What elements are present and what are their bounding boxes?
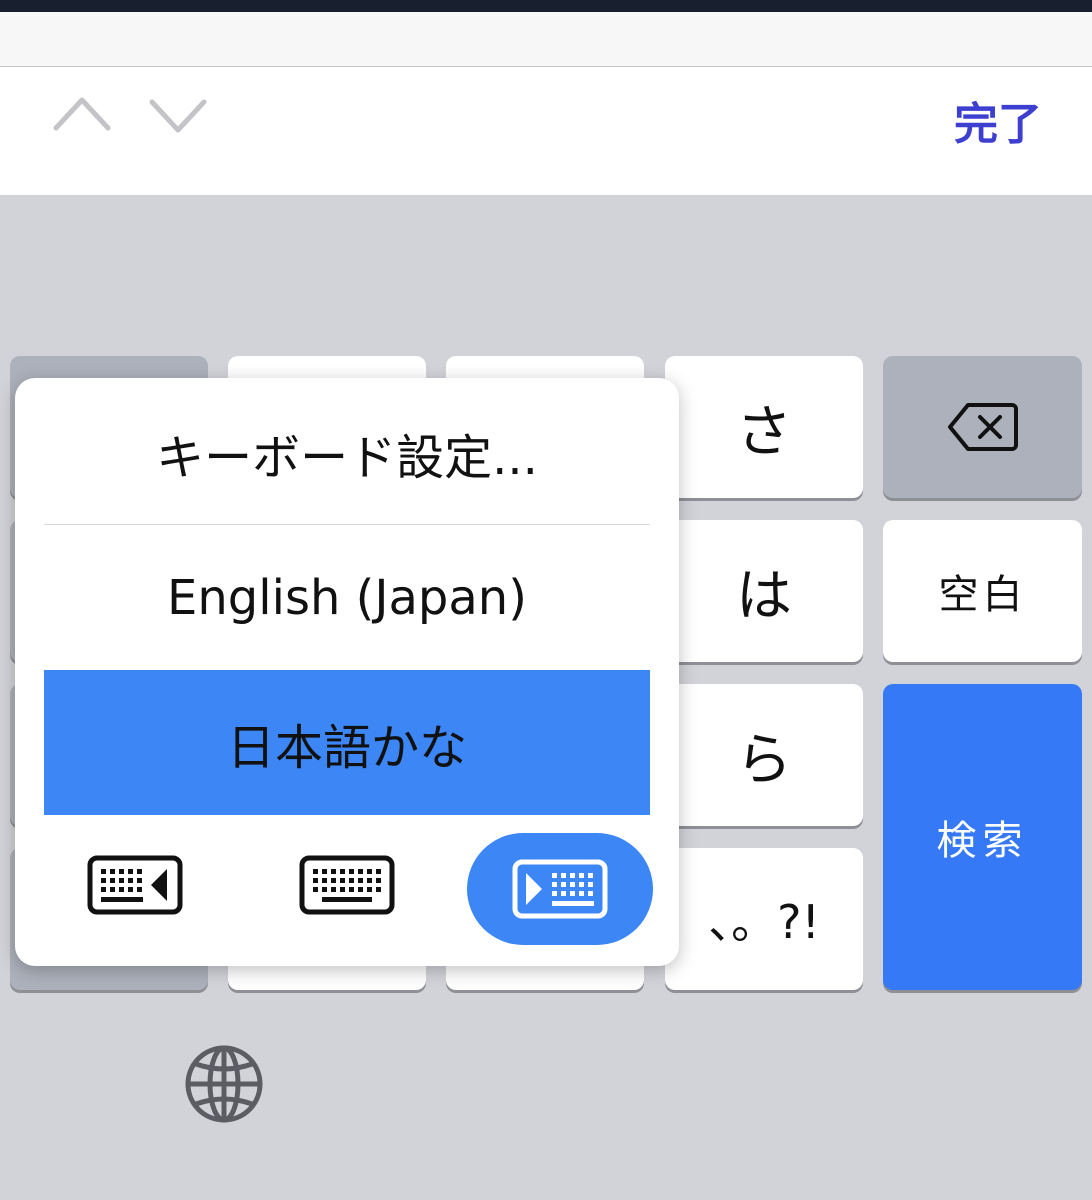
keyboard-switcher-popup: キーボード設定... English (Japan) 日本語かな xyxy=(15,378,679,966)
key-punctuation-label: 、。?! xyxy=(708,895,820,949)
chevron-up-icon xyxy=(53,97,111,131)
keyboard-left-button[interactable] xyxy=(87,853,183,917)
keyboard-left-icon xyxy=(87,855,183,915)
space-key[interactable]: 空白 xyxy=(883,520,1082,662)
key-sa[interactable]: さ xyxy=(665,356,863,498)
status-bar xyxy=(0,0,1092,12)
keyboard-full-button[interactable] xyxy=(299,853,395,917)
key-ra-label: ら xyxy=(736,727,792,793)
keyboard-layout-options xyxy=(15,828,679,946)
keyboard-settings-label: キーボード設定... xyxy=(156,430,538,486)
keyboard-item-japanese-kana[interactable]: 日本語かな xyxy=(44,670,650,815)
keyboard-item-label: 日本語かな xyxy=(226,719,467,776)
done-button[interactable]: 完了 xyxy=(954,88,1042,152)
key-punctuation[interactable]: 、。?! xyxy=(665,848,863,990)
previous-field-button[interactable] xyxy=(52,86,112,136)
search-key-label: 検索 xyxy=(936,818,1029,864)
keyboard-item-label: English (Japan) xyxy=(167,570,527,626)
page-strip xyxy=(0,12,1092,67)
globe-icon xyxy=(185,1045,263,1123)
keyboard-right-icon xyxy=(512,859,608,919)
key-ra[interactable]: ら xyxy=(665,684,863,826)
globe-key[interactable] xyxy=(184,1044,264,1128)
next-field-button[interactable] xyxy=(148,86,208,136)
space-key-label: 空白 xyxy=(938,572,1027,618)
divider xyxy=(44,524,650,525)
keyboard-settings-item[interactable]: キーボード設定... xyxy=(44,382,650,524)
search-key[interactable]: 検索 xyxy=(883,684,1082,990)
delete-key[interactable] xyxy=(883,356,1082,498)
keyboard-item-english-japan[interactable]: English (Japan) xyxy=(44,526,650,670)
delete-backward-icon xyxy=(947,403,1018,451)
keyboard-right-button[interactable] xyxy=(467,833,653,945)
chevron-down-icon xyxy=(149,99,207,133)
keyboard-full-icon xyxy=(299,855,395,915)
key-sa-label: さ xyxy=(736,399,792,465)
key-ha-label: は xyxy=(736,563,792,629)
key-ha[interactable]: は xyxy=(665,520,863,662)
